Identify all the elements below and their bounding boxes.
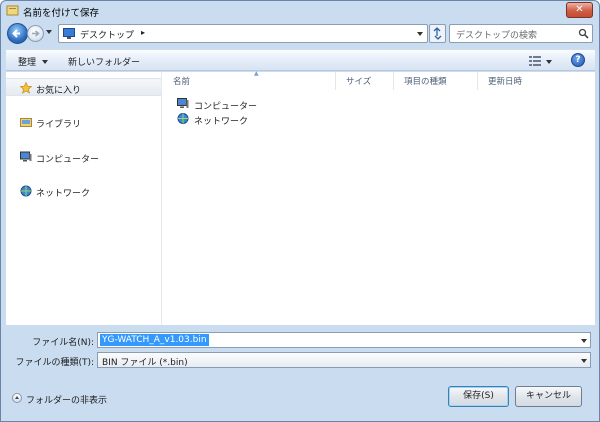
column-header-type[interactable]: 項目の種類 (393, 72, 477, 90)
library-icon (20, 118, 32, 127)
search-icon[interactable] (578, 28, 589, 39)
network-icon (177, 113, 189, 124)
sidebar-item-label: コンピューター (36, 155, 100, 165)
back-arrow-icon (12, 29, 20, 38)
view-options-icon[interactable] (529, 55, 541, 66)
cancel-button[interactable]: キャンセル (515, 386, 582, 407)
address-path[interactable]: デスクトップ (80, 28, 134, 41)
sidebar-item-label: お気に入り (36, 86, 82, 96)
sidebar-item-label: ライブラリ (36, 120, 82, 130)
filetype-select[interactable]: BIN ファイル (*.bin) (97, 352, 591, 368)
filetype-label: ファイルの種類(T): (15, 358, 94, 368)
view-dropdown-icon[interactable] (546, 60, 552, 64)
organize-dropdown-icon[interactable] (42, 60, 48, 64)
back-button[interactable] (7, 23, 28, 44)
filename-dropdown-icon[interactable] (581, 339, 587, 343)
column-header-name-label: 名前 (173, 77, 191, 87)
address-bar[interactable]: デスクトップ ▸ (58, 24, 428, 43)
filetype-value: BIN ファイル (*.bin) (102, 358, 188, 368)
dialog-footer: フォルダーの非表示 保存(S) キャンセル (6, 376, 595, 420)
file-list[interactable]: 名前 ▲ サイズ 項目の種類 更新日時 コンピューター ネットワーク (163, 70, 595, 325)
help-button[interactable]: ? (571, 53, 585, 67)
navigation-bar: デスクトップ ▸ デスクトップの検索 (5, 22, 595, 46)
network-icon (20, 185, 32, 197)
recent-pages-dropdown-icon[interactable] (46, 30, 52, 34)
new-folder-button[interactable]: 新しいフォルダー (68, 55, 140, 68)
list-item-label: ネットワーク (194, 117, 249, 127)
save-as-dialog: 名前を付けて保存 ✕ デスクトップ ▸ デスクトップの検索 整理 新しいフォルダ… (0, 0, 600, 422)
column-header-name[interactable]: 名前 ▲ (163, 70, 333, 90)
title-bar: 名前を付けて保存 ✕ (1, 1, 599, 21)
sidebar-item-libraries[interactable]: ライブラリ (6, 113, 161, 131)
navigation-pane[interactable]: お気に入り ライブラリ コンピューター ネットワーク (6, 72, 162, 325)
list-item-label: コンピューター (194, 102, 258, 112)
breadcrumb-chevron-icon[interactable]: ▸ (141, 28, 145, 37)
browser-pane: お気に入り ライブラリ コンピューター ネットワーク 名前 ▲ サイズ 項目の種… (6, 70, 595, 325)
search-input[interactable]: デスクトップの検索 (449, 24, 593, 43)
sidebar-item-favorites[interactable]: お気に入り (6, 78, 161, 96)
forward-button[interactable] (27, 25, 44, 42)
command-toolbar: 整理 新しいフォルダー ? (6, 49, 595, 71)
desktop-icon (63, 28, 75, 39)
filename-label: ファイル名(N): (32, 338, 94, 348)
sidebar-item-network[interactable]: ネットワーク (6, 182, 161, 200)
forward-arrow-icon (32, 30, 40, 37)
list-item-computer[interactable]: コンピューター (177, 97, 297, 112)
save-form: ファイル名(N): YG-WATCH_A_v1.03.bin ファイルの種類(T… (6, 327, 595, 373)
filename-input[interactable]: YG-WATCH_A_v1.03.bin (97, 332, 591, 348)
sort-ascending-icon: ▲ (254, 70, 259, 77)
column-header-size[interactable]: サイズ (335, 72, 393, 90)
address-dropdown-icon[interactable] (417, 32, 423, 36)
close-button[interactable]: ✕ (566, 2, 593, 18)
refresh-button[interactable] (429, 24, 446, 43)
column-header-modified[interactable]: 更新日時 (477, 72, 595, 90)
refresh-icon (433, 27, 442, 40)
organize-button[interactable]: 整理 (18, 55, 36, 68)
sidebar-item-computer[interactable]: コンピューター (6, 148, 161, 166)
save-dialog-icon (6, 5, 19, 16)
window-title: 名前を付けて保存 (23, 8, 100, 19)
save-button[interactable]: 保存(S) (448, 386, 509, 407)
list-item-network[interactable]: ネットワーク (177, 112, 297, 127)
computer-icon (177, 98, 189, 108)
hide-folders-label: フォルダーの非表示 (26, 396, 108, 406)
filename-value[interactable]: YG-WATCH_A_v1.03.bin (100, 334, 209, 346)
computer-icon (20, 151, 32, 162)
collapse-icon (12, 393, 22, 403)
sidebar-item-label: ネットワーク (36, 189, 91, 199)
star-icon (20, 82, 32, 94)
filetype-dropdown-icon[interactable] (581, 359, 587, 363)
